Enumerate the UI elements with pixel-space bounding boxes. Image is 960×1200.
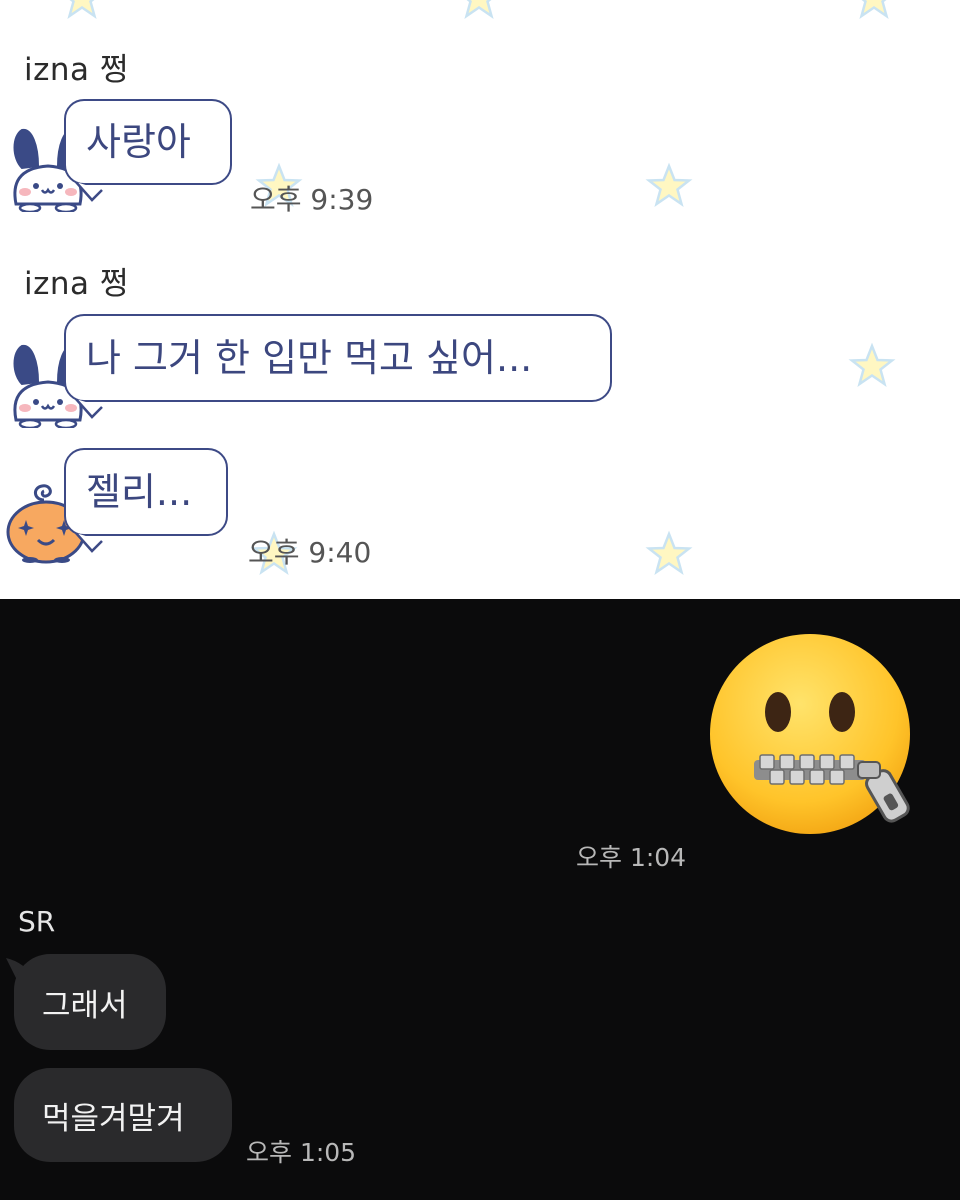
star-decoration-icon [464, 0, 494, 19]
zipper-mouth-face-emoji-icon[interactable] [708, 632, 928, 842]
bubble-tail-icon [75, 182, 103, 202]
light-chat-panel: izna 쩡 사랑아 오후 9:39 izna 쩡 나 그거 한 입만 먹고 싶… [0, 0, 960, 599]
star-decoration-icon [859, 0, 889, 19]
bubble-tail-icon [75, 399, 103, 419]
sender-name: izna 쩡 [24, 52, 129, 88]
message-time: 오후 9:39 [250, 183, 374, 216]
message-bubble[interactable]: 사랑아 [64, 99, 232, 185]
message-text: 젤리... [86, 470, 193, 514]
message-bubble[interactable]: 그래서 [14, 954, 166, 1050]
message-bubble[interactable]: 먹을겨말겨 [14, 1068, 232, 1162]
message-text: 나 그거 한 입만 먹고 싶어... [86, 336, 533, 380]
message-time: 오후 1:05 [246, 1138, 357, 1167]
message-text: 그래서 [42, 987, 128, 1024]
message-time: 오후 9:40 [248, 536, 372, 569]
message-text: 먹을겨말겨 [42, 1100, 185, 1137]
bubble-tail-icon [75, 533, 103, 553]
message-bubble[interactable]: 젤리... [64, 448, 228, 536]
star-decoration-icon [645, 530, 693, 575]
message-text: 사랑아 [86, 120, 191, 164]
message-bubble[interactable]: 나 그거 한 입만 먹고 싶어... [64, 314, 612, 402]
sender-name: izna 쩡 [24, 266, 129, 302]
star-decoration-icon [645, 162, 693, 207]
star-decoration-icon [848, 342, 896, 387]
sender-name: SR [18, 905, 56, 938]
message-time: 오후 1:04 [576, 843, 687, 872]
star-decoration-icon [67, 0, 97, 19]
